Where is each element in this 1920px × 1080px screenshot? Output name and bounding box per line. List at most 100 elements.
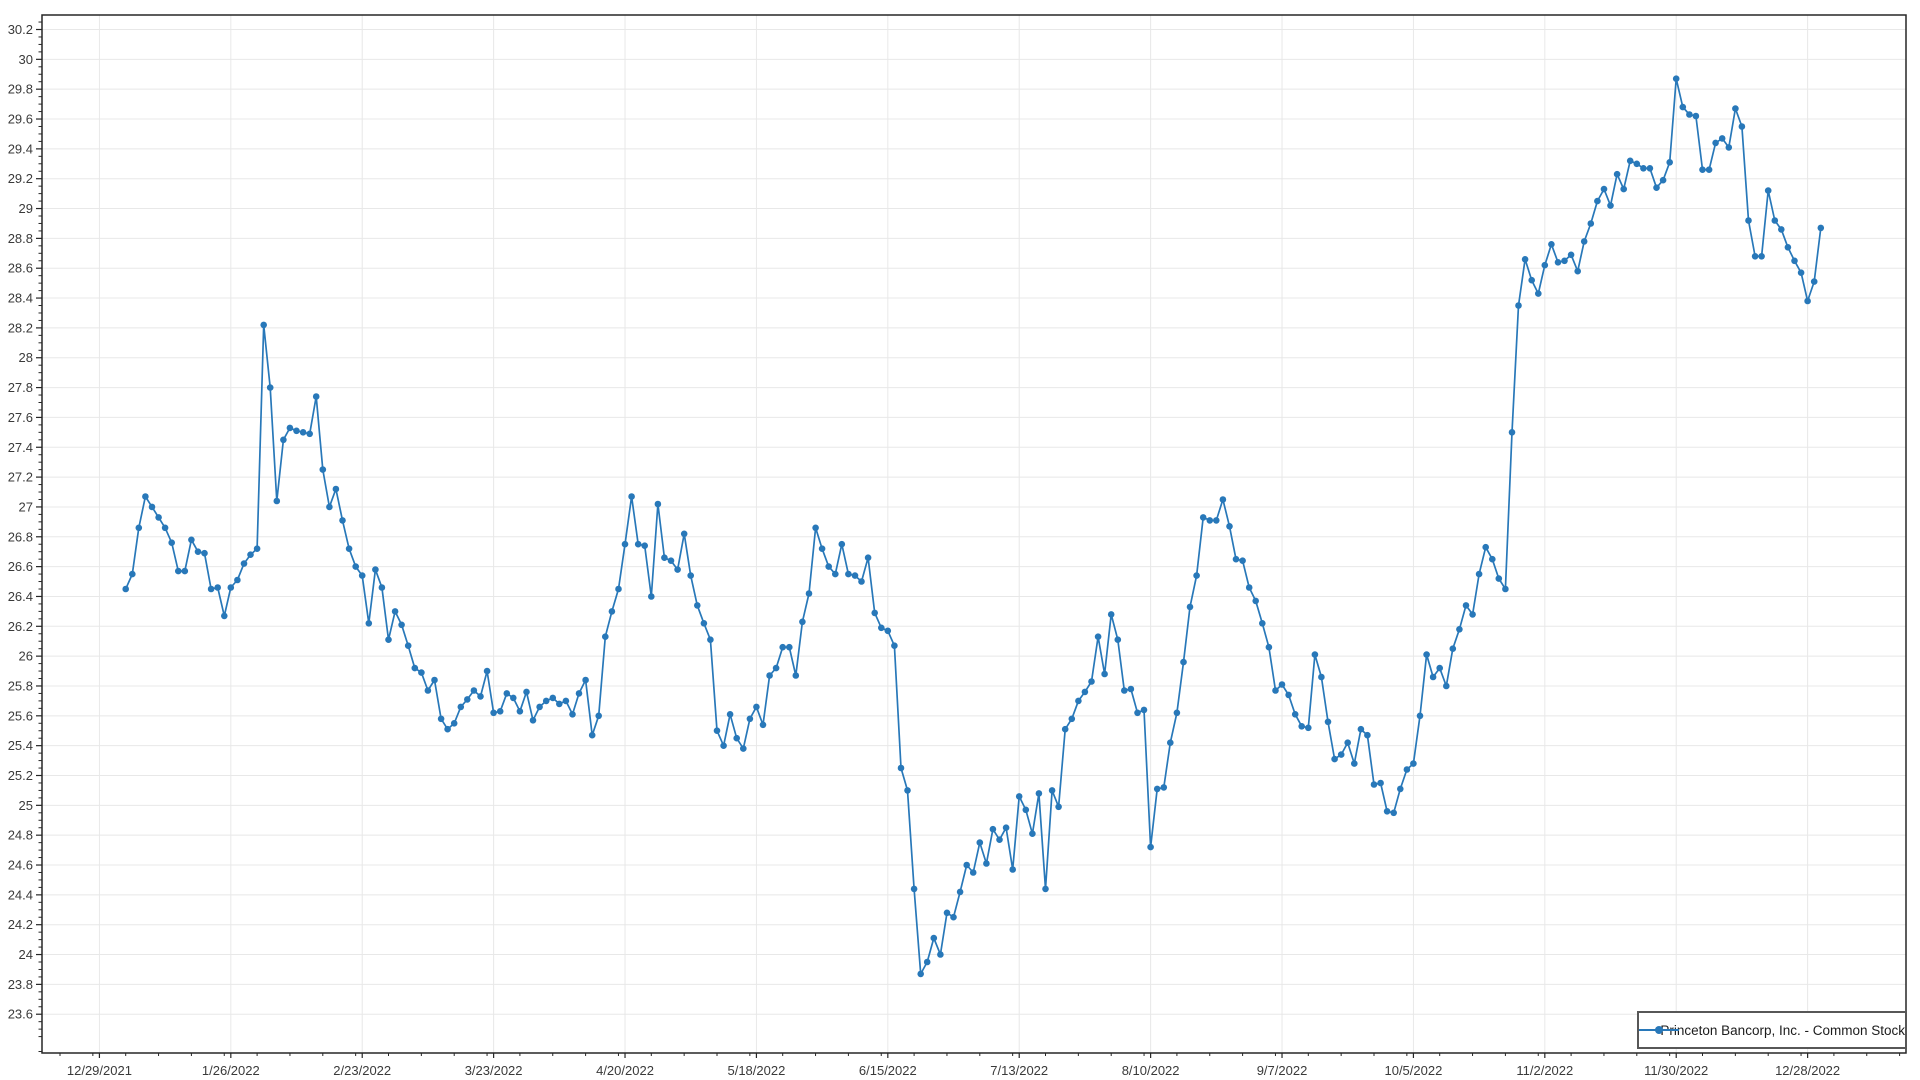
data-point-marker <box>1548 241 1555 248</box>
data-point-marker <box>1338 751 1345 758</box>
data-point-marker <box>208 586 215 593</box>
svg-text:24.4: 24.4 <box>8 887 33 902</box>
data-point-marker <box>1318 674 1325 681</box>
data-point-marker <box>339 517 346 524</box>
data-point-marker <box>326 504 333 511</box>
data-point-marker <box>260 322 267 329</box>
data-point-marker <box>1758 253 1765 260</box>
data-point-marker <box>1239 557 1246 564</box>
svg-text:3/23/2022: 3/23/2022 <box>465 1063 523 1078</box>
data-point-marker <box>1456 626 1463 633</box>
data-point-marker <box>1463 602 1470 609</box>
data-point-marker <box>957 889 964 896</box>
data-point-marker <box>1009 866 1016 873</box>
data-point-marker <box>195 548 202 555</box>
data-point-marker <box>1614 171 1621 178</box>
svg-text:26.2: 26.2 <box>8 619 33 634</box>
data-point-marker <box>477 693 484 700</box>
data-point-marker <box>1285 692 1292 699</box>
data-point-marker <box>845 571 852 578</box>
data-point-marker <box>1252 598 1259 605</box>
data-point-marker <box>1121 687 1128 694</box>
data-point-marker <box>1732 105 1739 112</box>
data-point-marker <box>773 665 780 672</box>
legend-series-marker-icon <box>1639 1025 1652 1035</box>
data-point-marker <box>247 551 254 558</box>
data-point-marker <box>1082 689 1089 696</box>
legend-dot-icon <box>1655 1026 1663 1034</box>
svg-text:1/26/2022: 1/26/2022 <box>202 1063 260 1078</box>
data-point-marker <box>333 486 340 493</box>
svg-text:29.2: 29.2 <box>8 171 33 186</box>
data-point-marker <box>917 971 924 978</box>
data-point-marker <box>1003 824 1010 831</box>
data-point-marker <box>1772 217 1779 224</box>
data-point-marker <box>471 687 478 694</box>
data-point-marker <box>149 504 156 511</box>
svg-text:24.6: 24.6 <box>8 858 33 873</box>
svg-text:27.6: 27.6 <box>8 410 33 425</box>
data-point-marker <box>1745 217 1752 224</box>
data-point-marker <box>1174 710 1181 717</box>
data-point-marker <box>122 586 129 593</box>
svg-text:25.8: 25.8 <box>8 678 33 693</box>
svg-text:26.4: 26.4 <box>8 589 33 604</box>
data-point-marker <box>1450 645 1457 652</box>
data-point-marker <box>1233 556 1240 563</box>
data-point-marker <box>1804 298 1811 305</box>
data-point-marker <box>582 677 589 684</box>
chart-window: 30.23029.829.629.429.22928.828.628.428.2… <box>0 0 1920 1080</box>
data-point-marker <box>142 493 149 500</box>
data-point-marker <box>1404 766 1411 773</box>
data-point-marker <box>1660 177 1667 184</box>
data-point-marker <box>1535 290 1542 297</box>
data-point-marker <box>267 384 274 391</box>
data-point-marker <box>517 708 524 715</box>
data-point-marker <box>871 610 878 617</box>
data-point-marker <box>523 689 530 696</box>
svg-text:11/30/2022: 11/30/2022 <box>1644 1063 1708 1078</box>
data-point-marker <box>1358 726 1365 733</box>
data-point-marker <box>425 687 432 694</box>
data-point-marker <box>1752 253 1759 260</box>
data-point-marker <box>852 572 859 579</box>
legend-series-label: Princeton Bancorp, Inc. - Common Stock <box>1660 1023 1905 1038</box>
data-point-marker <box>970 869 977 876</box>
data-point-marker <box>1686 111 1693 118</box>
data-point-marker <box>937 951 944 958</box>
data-point-marker <box>806 590 813 597</box>
data-point-marker <box>418 669 425 676</box>
data-point-marker <box>379 584 386 591</box>
data-point-marker <box>392 608 399 615</box>
data-point-marker <box>793 672 800 679</box>
data-point-marker <box>1042 886 1049 893</box>
data-point-marker <box>1266 644 1273 651</box>
svg-text:4/20/2022: 4/20/2022 <box>596 1063 654 1078</box>
data-point-marker <box>891 642 898 649</box>
data-point-marker <box>536 704 543 711</box>
data-point-marker <box>1384 808 1391 815</box>
tick-marks <box>36 22 1900 1058</box>
svg-text:5/18/2022: 5/18/2022 <box>727 1063 785 1078</box>
data-point-marker <box>372 566 379 573</box>
svg-text:30: 30 <box>19 52 33 67</box>
data-point-marker <box>556 701 563 708</box>
data-point-marker <box>825 563 832 570</box>
data-point-marker <box>1647 165 1654 172</box>
data-point-marker <box>1726 144 1733 151</box>
data-point-marker <box>352 563 359 570</box>
data-point-marker <box>733 735 740 742</box>
data-point-marker <box>490 710 497 717</box>
svg-text:23.8: 23.8 <box>8 977 33 992</box>
svg-text:10/5/2022: 10/5/2022 <box>1384 1063 1442 1078</box>
data-point-marker <box>1423 651 1430 658</box>
data-point-marker <box>1292 711 1299 718</box>
data-point-marker <box>878 625 885 632</box>
data-point-marker <box>1108 611 1115 618</box>
data-point-marker <box>753 704 760 711</box>
data-point-marker <box>1627 158 1634 165</box>
data-point-marker <box>458 704 465 711</box>
data-point-marker <box>1344 739 1351 746</box>
data-point-marker <box>661 554 668 561</box>
data-point-marker <box>766 672 773 679</box>
